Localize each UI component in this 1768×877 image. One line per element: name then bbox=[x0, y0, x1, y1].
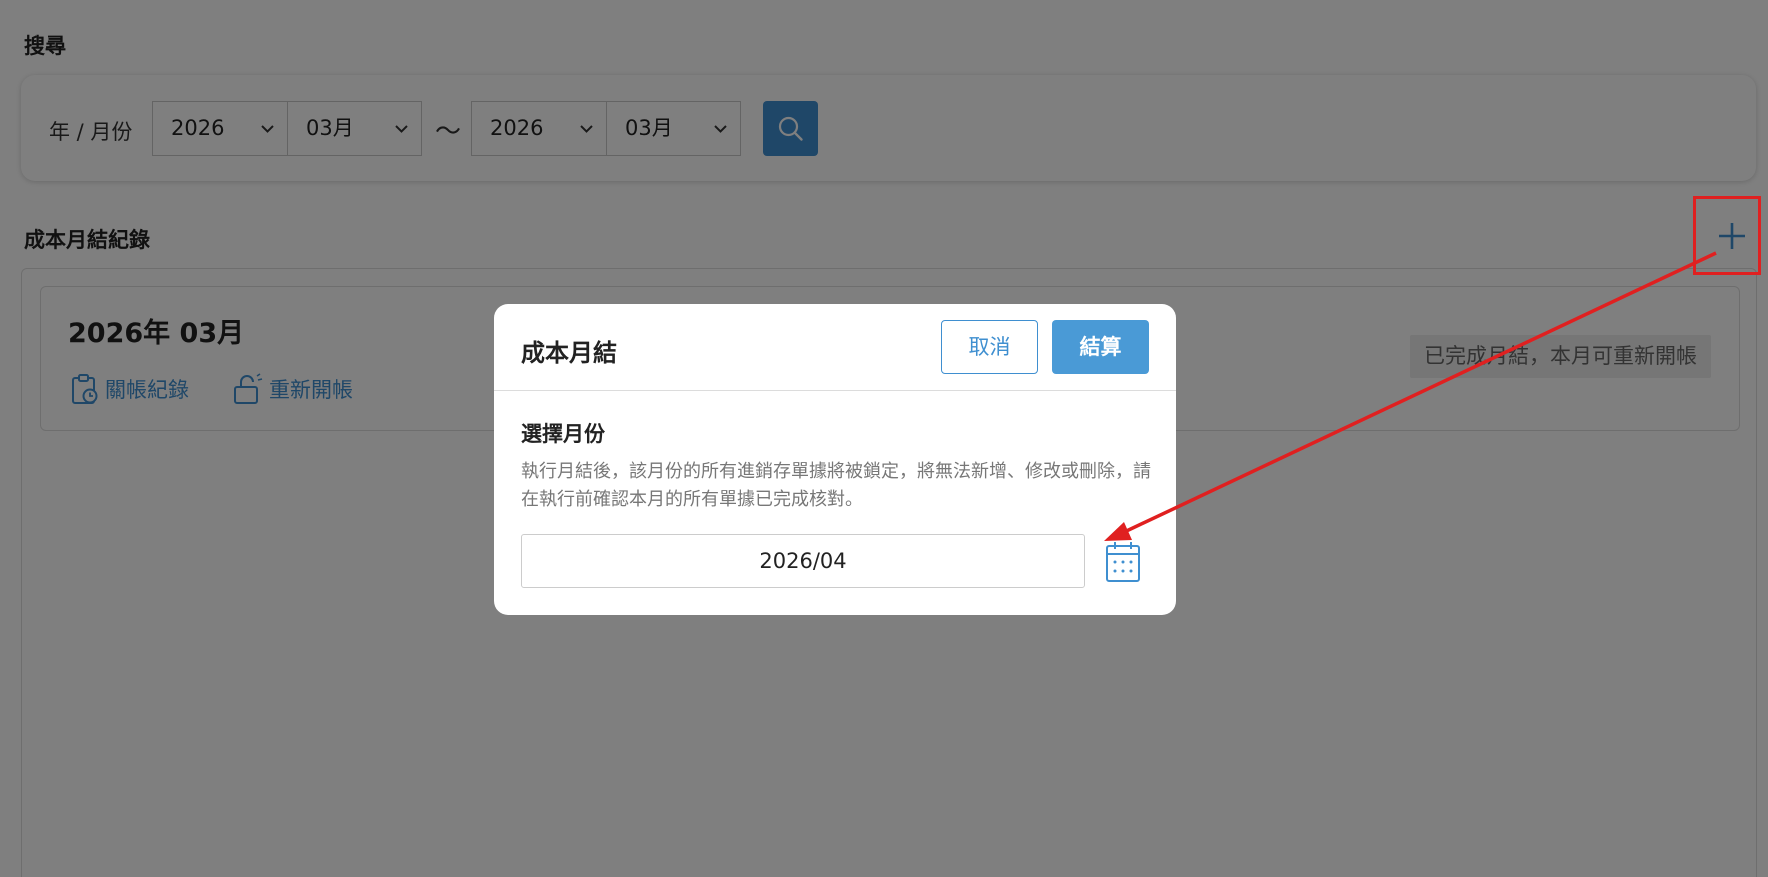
dialog-description: 執行月結後，該月份的所有進銷存單據將被鎖定，將無法新增、修改或刪除，請在執行前確… bbox=[521, 461, 1151, 510]
select-month-label: 選擇月份 bbox=[521, 422, 605, 446]
annotation-highlight-box bbox=[1693, 196, 1761, 275]
settle-button[interactable]: 結算 bbox=[1052, 320, 1149, 374]
month-input[interactable]: 2026/04 bbox=[521, 534, 1085, 588]
month-close-dialog: 成本月結 取消 結算 選擇月份 執行月結後，該月份的所有進銷存單據將被鎖定，將無… bbox=[494, 304, 1176, 615]
calendar-button[interactable] bbox=[1104, 538, 1142, 584]
page: 搜尋 年 / 月份 2026 03月 ～ 2026 03月 成本月結紀錄 bbox=[0, 0, 1768, 877]
dialog-header: 成本月結 取消 結算 bbox=[494, 304, 1176, 391]
cancel-button[interactable]: 取消 bbox=[941, 320, 1038, 374]
dialog-title: 成本月結 bbox=[521, 339, 617, 367]
calendar-icon bbox=[1106, 542, 1140, 582]
